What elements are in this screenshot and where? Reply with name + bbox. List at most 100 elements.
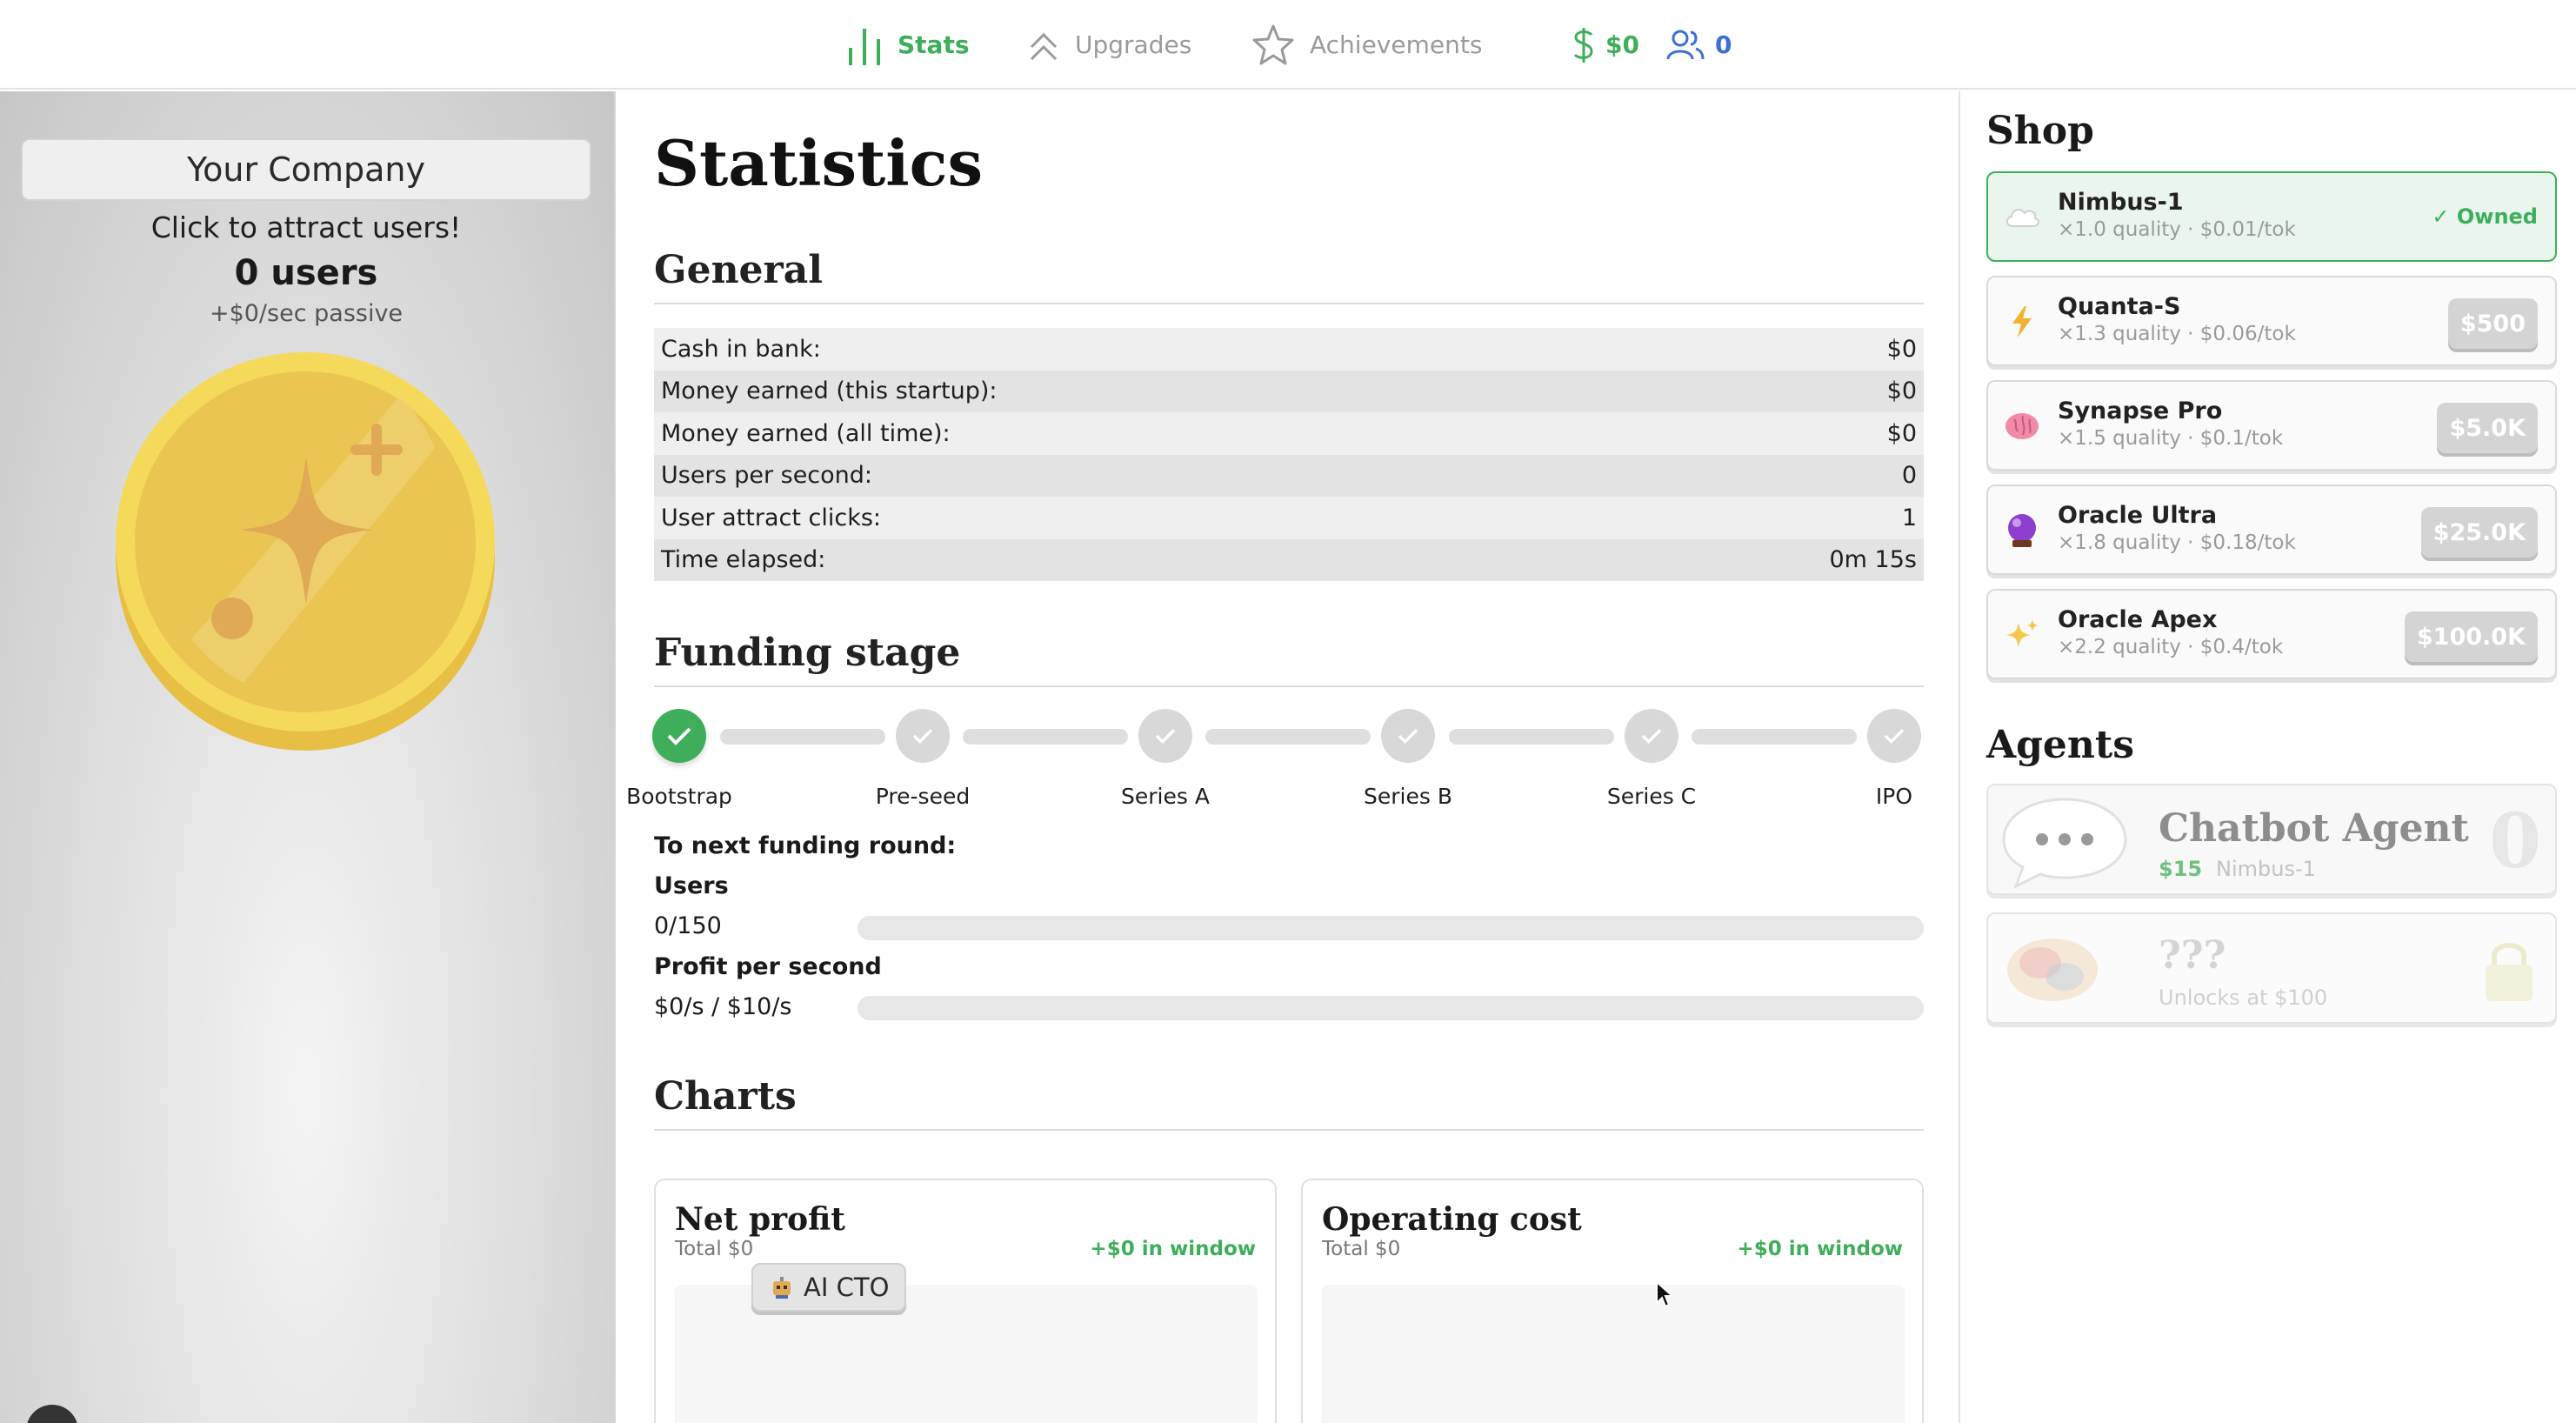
brain-icon: [2004, 408, 2040, 444]
tab-stats[interactable]: Stats: [845, 0, 970, 90]
speech-bubble-icon: [2002, 798, 2127, 890]
shop-panel: Shop Nimbus-1 ×1.0 quality · $0.01/tok ✓…: [1959, 91, 2576, 1423]
shop-item-name: Quanta-S: [2058, 293, 2181, 320]
shop-item-name: Synapse Pro: [2058, 398, 2223, 424]
lightning-icon: [2004, 304, 2040, 340]
stat-row: User attract clicks: 1: [654, 497, 1924, 539]
chart-total: Total $0: [1322, 1238, 1401, 1260]
agents-heading: Agents: [1986, 723, 2134, 767]
robot-icon: [773, 1277, 791, 1299]
shop-item-nimbus-1[interactable]: Nimbus-1 ×1.0 quality · $0.01/tok ✓ Owne…: [1986, 171, 2557, 262]
general-heading: General: [654, 248, 1924, 304]
stats-page: Statistics General Cash in bank: $0 Money…: [617, 91, 1959, 1423]
shop-item-detail: ×1.8 quality · $0.18/tok: [2058, 531, 2296, 554]
funding-heading: Funding stage: [654, 631, 1924, 687]
star-icon: [1252, 24, 1294, 64]
operating-cost-chart: Operating cost Total $0 +$0 in window: [1301, 1179, 1924, 1423]
agent-unlock-requirement: Unlocks at $100: [2159, 985, 2328, 1010]
stat-label: Users per second:: [661, 462, 873, 490]
check-icon: [1398, 729, 1418, 745]
shop-item-synapse-pro[interactable]: Synapse Pro ×1.5 quality · $0.1/tok $5.0…: [1986, 380, 2557, 471]
tab-achievements[interactable]: Achievements: [1251, 0, 1482, 90]
tab-achievements-label: Achievements: [1310, 30, 1483, 59]
stage-label: IPO: [1875, 784, 1913, 809]
stage-label: Series B: [1364, 784, 1452, 809]
users-progress-text: 0/150: [654, 912, 722, 939]
shop-item-name: Oracle Apex: [2058, 606, 2218, 633]
stat-label: Time elapsed:: [661, 546, 826, 574]
users-progress-label: Users: [654, 872, 729, 899]
stage-label: Bootstrap: [626, 784, 732, 809]
corner-indicator: [26, 1405, 78, 1423]
stat-value: $0: [1886, 335, 1917, 363]
users-value: 0: [1715, 30, 1732, 59]
check-icon: [667, 727, 691, 745]
ai-cto-label: AI CTO: [804, 1273, 890, 1302]
sparkle-coin-icon[interactable]: [113, 344, 497, 754]
double-chevron-up-icon: [1030, 32, 1058, 60]
chart-title: Operating cost: [1322, 1201, 1582, 1238]
chart-plot-area: [1322, 1285, 1905, 1423]
stage-label: Pre-seed: [875, 784, 971, 809]
tab-upgrades[interactable]: Upgrades: [1026, 0, 1191, 90]
stat-row: Money earned (all time): $0: [654, 412, 1924, 455]
buy-button[interactable]: $5.0K: [2437, 403, 2538, 453]
buy-button[interactable]: $500: [2447, 298, 2538, 349]
crystal-ball-icon: [2004, 512, 2040, 549]
money-counter: $0: [1572, 0, 1639, 90]
shop-item-oracle-apex[interactable]: Oracle Apex ×2.2 quality · $0.4/tok $100…: [1986, 589, 2557, 679]
stage-label: Series C: [1606, 784, 1697, 809]
profit-progress-text: $0/s / $10/s: [654, 993, 792, 1020]
shop-heading: Shop: [1986, 109, 2094, 153]
buy-button[interactable]: $100.0K: [2404, 611, 2538, 662]
buy-button[interactable]: $25.0K: [2420, 507, 2538, 558]
shop-item-oracle-ultra[interactable]: Oracle Ultra ×1.8 quality · $0.18/tok $2…: [1986, 484, 2557, 575]
stat-value: 0m 15s: [1829, 546, 1918, 574]
stage-ipo: [1867, 709, 1921, 763]
dollar-icon: [1573, 27, 1593, 63]
net-profit-chart: Net profit Total $0 +$0 in window: [654, 1179, 1277, 1423]
blurred-agent-icon: [2007, 939, 2098, 1001]
lock-icon: [2486, 943, 2533, 1001]
agent-name: Chatbot Agent: [2159, 806, 2469, 851]
agent-price: $15: [2159, 857, 2203, 881]
tab-stats-label: Stats: [898, 30, 970, 59]
general-stats-table: Cash in bank: $0 Money earned (this start…: [654, 328, 1924, 581]
shop-item-detail: ×1.0 quality · $0.01/tok: [2058, 218, 2296, 241]
stat-label: Money earned (all time):: [661, 419, 951, 447]
shop-item-quanta-s[interactable]: Quanta-S ×1.3 quality · $0.06/tok $500: [1986, 276, 2557, 366]
stage-bootstrap: [652, 709, 706, 763]
stat-value: $0: [1886, 377, 1917, 405]
users-counter: 0: [1666, 0, 1732, 90]
check-icon: [1884, 729, 1905, 745]
shop-item-name: Nimbus-1: [2058, 189, 2184, 216]
stage-label: Series A: [1121, 784, 1210, 809]
top-nav: Stats Upgrades Achievements $0 0: [0, 0, 2576, 90]
ai-cto-badge[interactable]: AI CTO: [751, 1263, 907, 1312]
money-value: $0: [1605, 30, 1639, 59]
next-round-label: To next funding round:: [654, 832, 957, 859]
bar-chart-icon: [849, 28, 880, 65]
shop-item-name: Oracle Ultra: [2058, 502, 2218, 529]
stage-series-a: [1138, 709, 1192, 763]
users-progress-bar: [858, 916, 1924, 940]
shop-item-detail: ×1.5 quality · $0.1/tok: [2058, 427, 2284, 450]
stage-connector: [1449, 729, 1614, 745]
shop-item-detail: ×2.2 quality · $0.4/tok: [2058, 636, 2284, 658]
company-name-field[interactable]: Your Company: [21, 138, 591, 201]
stat-label: Money earned (this startup):: [661, 377, 998, 405]
agent-locked: ??? Unlocks at $100: [1986, 912, 2557, 1024]
agent-name: ???: [2159, 933, 2226, 978]
stat-label: Cash in bank:: [661, 335, 821, 363]
cloud-icon: [2004, 199, 2040, 236]
chart-window: +$0 in window: [1090, 1238, 1256, 1260]
users-icon: [1666, 30, 1705, 59]
stat-row: Users per second: 0: [654, 454, 1924, 497]
chart-total: Total $0: [675, 1238, 754, 1260]
page-title: Statistics: [654, 126, 984, 200]
stat-row: Time elapsed: 0m 15s: [654, 538, 1924, 581]
agent-chatbot[interactable]: Chatbot Agent $15 Nimbus-1 0: [1986, 784, 2557, 895]
owned-status: ✓ Owned: [2432, 204, 2538, 229]
tab-upgrades-label: Upgrades: [1075, 30, 1192, 59]
stat-row: Cash in bank: $0: [654, 328, 1924, 371]
